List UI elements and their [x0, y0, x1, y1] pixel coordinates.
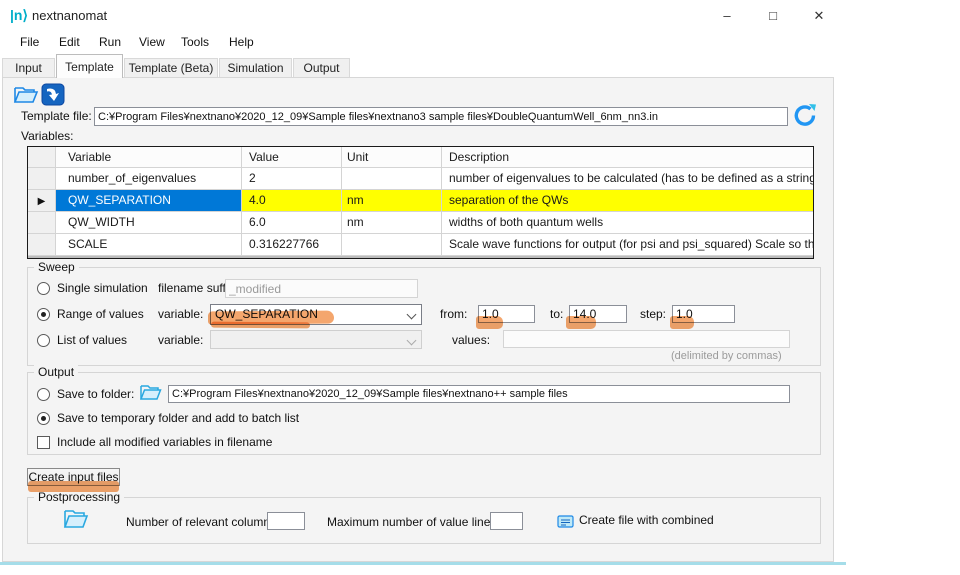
sweep-group: Sweep Single simulation filename suffix:…	[27, 267, 821, 366]
output-group-title: Output	[34, 365, 78, 379]
open-template-icon[interactable]	[13, 84, 39, 105]
menu-tools[interactable]: Tools	[177, 33, 213, 51]
tab-simulation[interactable]: Simulation	[219, 58, 292, 78]
template-tab-page: Template file: Variables: Variable Value…	[2, 77, 834, 562]
single-simulation-radio[interactable]	[37, 282, 50, 295]
tab-template-beta[interactable]: Template (Beta)	[124, 58, 218, 78]
window-title: nextnanomat	[32, 8, 107, 23]
window-bottom-edge	[0, 562, 846, 565]
browse-folder-icon[interactable]	[139, 383, 162, 402]
sweep-group-title: Sweep	[34, 260, 79, 274]
relevant-column-input[interactable]	[267, 512, 305, 530]
from-input[interactable]	[478, 305, 535, 323]
chevron-down-icon	[407, 336, 417, 346]
create-combined-file-icon[interactable]	[557, 514, 574, 529]
values-input[interactable]	[503, 330, 790, 348]
variables-label: Variables:	[21, 129, 73, 143]
menu-run[interactable]: Run	[95, 33, 125, 51]
template-file-label: Template file:	[21, 109, 92, 123]
chevron-down-icon	[407, 310, 417, 320]
values-hint: (delimited by commas)	[671, 350, 782, 362]
save-temp-radio[interactable]	[37, 412, 50, 425]
menu-view[interactable]: View	[135, 33, 169, 51]
table-row[interactable]: number_of_eigenvalues 2 number of eigenv…	[28, 168, 813, 190]
values-label: values:	[452, 333, 490, 347]
single-simulation-label: Single simulation	[57, 281, 148, 295]
range-of-values-radio[interactable]	[37, 308, 50, 321]
variables-table: Variable Value Unit Description number_o…	[27, 146, 814, 259]
tab-output[interactable]: Output	[293, 58, 350, 78]
postprocessing-group-title: Postprocessing	[34, 490, 124, 504]
tab-input[interactable]: Input	[2, 58, 55, 78]
col-header-unit[interactable]: Unit	[342, 147, 442, 168]
create-combined-file-label: Create file with combined	[579, 513, 714, 527]
range-variable-label: variable:	[158, 307, 203, 321]
list-variable-combobox[interactable]	[210, 330, 422, 349]
list-variable-label: variable:	[158, 333, 203, 347]
postprocessing-group: Postprocessing Number of relevant column…	[27, 497, 821, 544]
menu-help[interactable]: Help	[225, 33, 258, 51]
load-template-icon[interactable]	[41, 83, 65, 106]
app-logo: |n⟩	[10, 7, 28, 24]
list-of-values-radio[interactable]	[37, 334, 50, 347]
create-input-files-button[interactable]: Create input files	[27, 468, 120, 486]
app-window: |n⟩ nextnanomat – □ ✕ File Edit Run View…	[0, 0, 960, 575]
include-variables-label: Include all modified variables in filena…	[57, 435, 272, 449]
output-group: Output Save to folder: Save to temporary…	[27, 372, 821, 455]
max-value-lines-input[interactable]	[490, 512, 523, 530]
filename-suffix-input[interactable]	[225, 279, 418, 298]
col-header-variable[interactable]: Variable	[56, 147, 242, 168]
menu-file[interactable]: File	[16, 33, 43, 51]
postprocessing-folder-icon[interactable]	[62, 507, 89, 531]
minimize-button[interactable]: –	[711, 5, 743, 27]
step-label: step:	[640, 307, 666, 321]
tab-template[interactable]: Template	[56, 54, 123, 78]
col-header-description[interactable]: Description	[442, 147, 813, 168]
save-folder-path-input[interactable]	[168, 385, 790, 403]
to-input[interactable]	[569, 305, 627, 323]
include-variables-checkbox[interactable]	[37, 436, 50, 449]
range-variable-combobox[interactable]: QW_SEPARATION	[210, 304, 422, 325]
maximize-button[interactable]: □	[757, 5, 789, 27]
col-header-value[interactable]: Value	[242, 147, 342, 168]
close-button[interactable]: ✕	[803, 5, 835, 27]
from-label: from:	[440, 307, 467, 321]
table-row[interactable]: SCALE 0.316227766 Scale wave functions f…	[28, 234, 813, 256]
refresh-icon[interactable]	[792, 102, 818, 129]
table-row[interactable]: QW_WIDTH 6.0 nm widths of both quantum w…	[28, 212, 813, 234]
relevant-column-label: Number of relevant column:	[126, 515, 273, 529]
to-label: to:	[550, 307, 563, 321]
max-value-lines-label: Maximum number of value lines:	[327, 515, 500, 529]
range-of-values-label: Range of values	[57, 307, 144, 321]
save-temp-label: Save to temporary folder and add to batc…	[57, 411, 299, 425]
save-to-folder-radio[interactable]	[37, 388, 50, 401]
step-input[interactable]	[672, 305, 735, 323]
table-header-row: Variable Value Unit Description	[28, 147, 813, 168]
list-of-values-label: List of values	[57, 333, 127, 347]
template-file-input[interactable]	[94, 107, 788, 126]
table-row-selected[interactable]: ▶ QW_SEPARATION 4.0 nm separation of the…	[28, 190, 813, 212]
save-to-folder-label: Save to folder:	[57, 387, 134, 401]
menu-edit[interactable]: Edit	[55, 33, 84, 51]
row-selector-arrow: ▶	[28, 190, 56, 212]
